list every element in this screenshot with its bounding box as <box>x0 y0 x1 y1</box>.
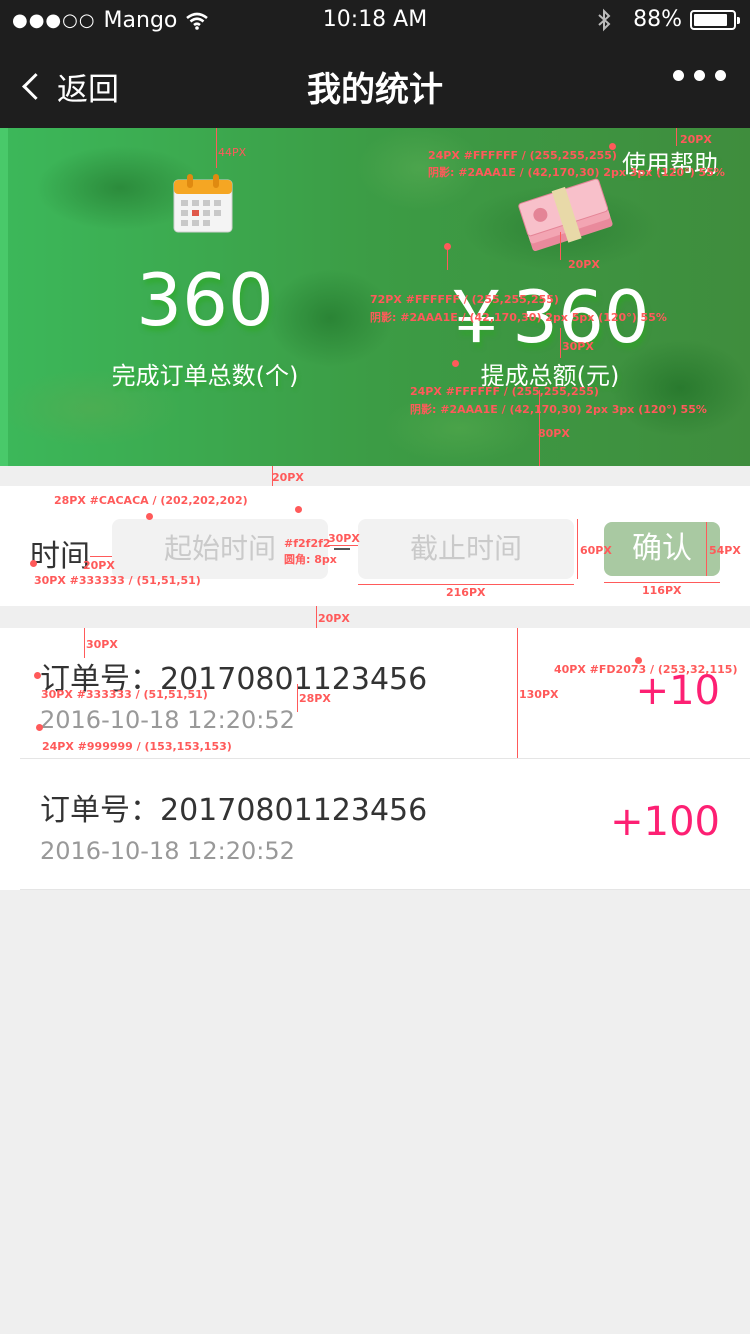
spec-annotation: 24PX #FFFFFF / (255,255,255) <box>428 149 617 162</box>
orders-total-label: 完成订单总数(个) <box>111 362 299 390</box>
time-label: 时间 <box>30 539 90 574</box>
spacing-annotation: 30PX <box>328 532 360 545</box>
back-button[interactable]: 返回 <box>20 64 119 109</box>
orders-total-value: 360 <box>136 258 274 342</box>
battery-icon <box>690 9 740 30</box>
calendar-icon <box>173 174 233 233</box>
spacing-annotation: 54PX <box>709 544 741 557</box>
range-separator <box>334 548 350 550</box>
more-dots-icon <box>673 70 684 81</box>
confirm-button[interactable]: 确认 <box>604 522 720 576</box>
end-date-input[interactable]: 截止时间 <box>358 519 574 579</box>
spec-annotation: 28PX #CACACA / (202,202,202) <box>54 494 248 507</box>
nav-bar: 返回 我的统计 <box>0 40 750 128</box>
spec-annotation: 圆角: 8px <box>284 553 337 566</box>
spec-annotation: 阴影: #2AAA1E / (42,170,30) 2px 5px (120°)… <box>370 311 667 324</box>
spacing-annotation: 28PX <box>299 692 331 705</box>
time-filter: 时间 起始时间 截止时间 确认 28PX #CACACA / (202,202,… <box>0 486 750 606</box>
spec-annotation: 阴影: #2AAA1E / (42,170,30) 2px 3px (120°)… <box>428 166 725 179</box>
spec-annotation: #f2f2f2 <box>284 537 331 550</box>
spec-annotation: 24PX #999999 / (153,153,153) <box>42 740 232 753</box>
order-time: 2016-10-18 12:20:52 <box>40 837 295 865</box>
order-number: 订单号：20170801123456 <box>40 793 428 828</box>
spec-annotation: 阴影: #2AAA1E / (42,170,30) 2px 3px (120°)… <box>410 403 707 416</box>
order-amount: +100 <box>610 799 720 845</box>
spacing-annotation: 20PX <box>272 471 304 484</box>
spacing-annotation: 30PX <box>562 340 594 353</box>
spec-annotation: 40PX #FD2073 / (253,32,115) <box>554 663 738 676</box>
spec-annotation: 30PX #333333 / (51,51,51) <box>34 574 201 587</box>
spacing-annotation: 60PX <box>580 544 612 557</box>
spacing-annotation: 116PX <box>642 584 682 597</box>
battery-percent: 88% <box>633 7 682 32</box>
more-button[interactable] <box>673 70 726 81</box>
spacing-annotation: 20PX <box>83 559 115 572</box>
chevron-left-icon <box>22 73 49 100</box>
status-bar: ●●●○○ Mango 10:18 AM 88% <box>0 0 750 40</box>
spacing-annotation: 20PX <box>318 612 350 625</box>
money-stack-icon <box>518 178 613 252</box>
order-time: 2016-10-18 12:20:52 <box>40 706 295 734</box>
stats-banner: 使用帮助 360 完成订单总数(个) ￥360 提成总额(元) 44PX 20P… <box>0 128 750 466</box>
spec-annotation: 72PX #FFFFFF / (255,255,255) <box>370 293 559 306</box>
spacing-annotation: 20PX <box>680 133 712 146</box>
spacing-annotation: 216PX <box>446 586 486 599</box>
spacing-annotation: 80PX <box>538 427 570 440</box>
spec-annotation: 24PX #FFFFFF / (255,255,255) <box>410 385 599 398</box>
spacing-annotation: 30PX <box>86 638 118 651</box>
list-item[interactable]: 订单号：20170801123456 2016-10-18 12:20:52 +… <box>20 759 750 890</box>
back-label: 返回 <box>57 72 119 108</box>
spacing-annotation: 44PX <box>218 146 247 159</box>
spec-annotation: 30PX #333333 / (51,51,51) <box>41 688 208 701</box>
spacing-annotation: 20PX <box>568 258 600 271</box>
bluetooth-icon <box>598 8 611 31</box>
spacing-annotation: 130PX <box>519 688 559 701</box>
